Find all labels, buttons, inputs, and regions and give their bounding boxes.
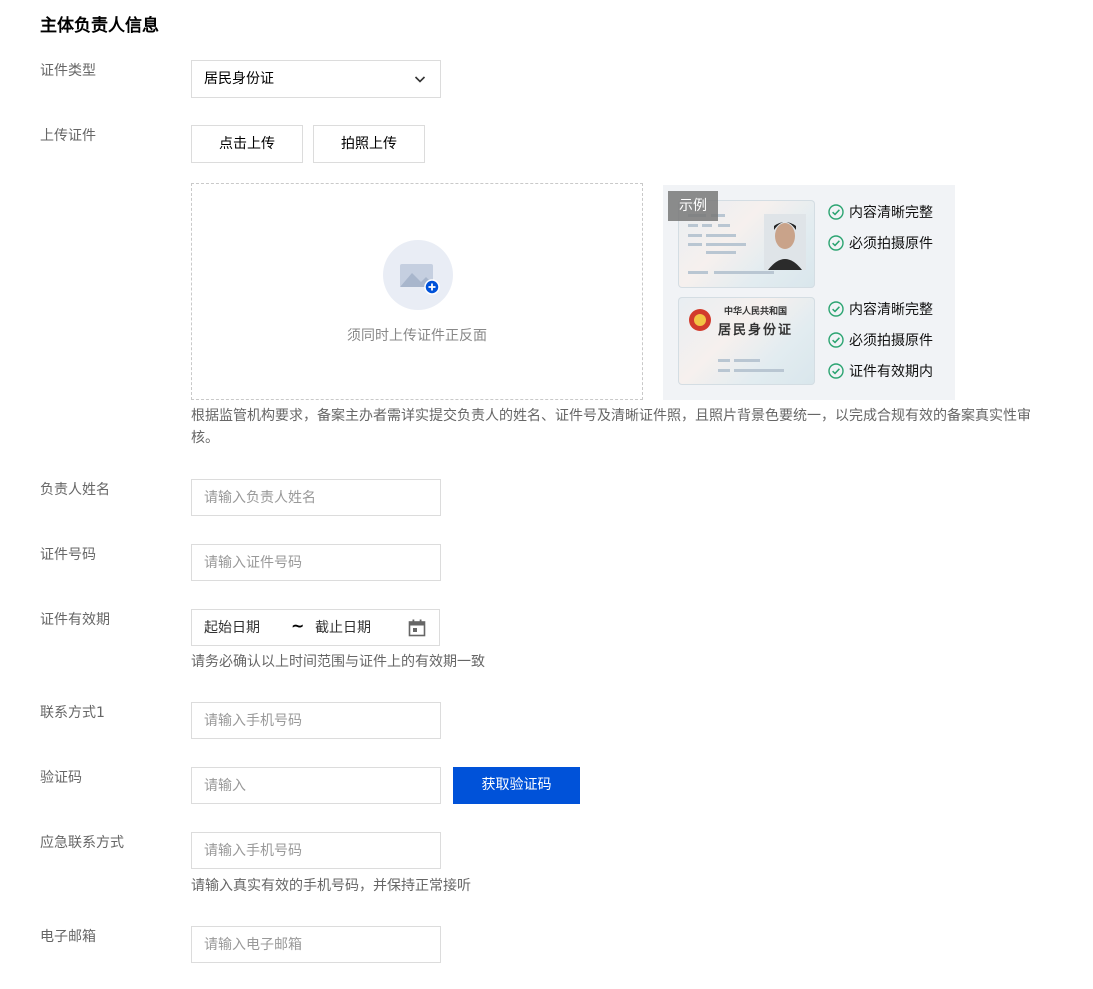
card-title-line2: 居民身份证 (718, 323, 794, 338)
check-circle-icon (828, 301, 844, 317)
id-type-select[interactable]: 居民身份证 (191, 60, 441, 98)
code-label: 验证码 (40, 770, 82, 786)
calendar-icon[interactable] (407, 618, 427, 638)
email-input[interactable]: 请输入电子邮箱 (191, 926, 441, 963)
front-check-2: 必须拍摄原件 (828, 234, 933, 254)
emergency-input[interactable]: 请输入手机号码 (191, 832, 441, 869)
back-check-1: 内容清晰完整 (828, 300, 933, 320)
name-input[interactable]: 请输入负责人姓名 (191, 479, 441, 516)
id-type-value: 居民身份证 (204, 71, 274, 87)
upload-label: 上传证件 (40, 128, 96, 144)
validity-date-range[interactable]: 起始日期 ~ 截止日期 (191, 609, 440, 646)
id-card-back-image: 中华人民共和国 居民身份证 (678, 297, 815, 385)
name-label: 负责人姓名 (40, 482, 110, 498)
date-separator: ~ (291, 616, 305, 635)
check-circle-icon (828, 332, 844, 348)
contact1-input[interactable]: 请输入手机号码 (191, 702, 441, 739)
validity-hint: 请务必确认以上时间范围与证件上的有效期一致 (191, 654, 485, 670)
validity-label: 证件有效期 (40, 612, 110, 628)
end-date-input[interactable]: 截止日期 (315, 618, 371, 638)
upload-notice: 根据监管机构要求，备案主办者需详实提交负责人的姓名、证件号及清晰证件照，且照片背… (191, 408, 1031, 446)
get-code-button[interactable]: 获取验证码 (453, 767, 580, 804)
chevron-down-icon (414, 76, 426, 83)
emergency-hint: 请输入真实有效的手机号码，并保持正常接听 (191, 878, 471, 894)
image-upload-icon (383, 240, 453, 310)
dropzone-text: 须同时上传证件正反面 (347, 328, 487, 344)
photo-upload-button[interactable]: 拍照上传 (313, 125, 425, 163)
email-label: 电子邮箱 (40, 929, 96, 945)
check-circle-icon (828, 235, 844, 251)
check-circle-icon (828, 363, 844, 379)
upload-dropzone[interactable]: 须同时上传证件正反面 (191, 183, 643, 400)
section-title: 主体负责人信息 (40, 16, 159, 36)
click-upload-button[interactable]: 点击上传 (191, 125, 303, 163)
check-circle-icon (828, 204, 844, 220)
back-check-3: 证件有效期内 (828, 362, 933, 382)
example-panel: 内容清晰完整 必须拍摄原件 中华人民共和国 居民身份证 内容清晰完整 必须拍摄原… (663, 185, 955, 400)
example-tag: 示例 (668, 191, 718, 221)
card-title-line1: 中华人民共和国 (724, 307, 788, 317)
start-date-input[interactable]: 起始日期 (204, 618, 260, 638)
code-input[interactable]: 请输入 (191, 767, 441, 804)
front-check-1: 内容清晰完整 (828, 203, 933, 223)
emergency-label: 应急联系方式 (40, 835, 124, 851)
contact1-label: 联系方式1 (40, 705, 105, 721)
id-number-input[interactable]: 请输入证件号码 (191, 544, 441, 581)
id-type-label: 证件类型 (40, 63, 96, 79)
id-number-label: 证件号码 (40, 547, 96, 563)
back-check-2: 必须拍摄原件 (828, 331, 933, 351)
